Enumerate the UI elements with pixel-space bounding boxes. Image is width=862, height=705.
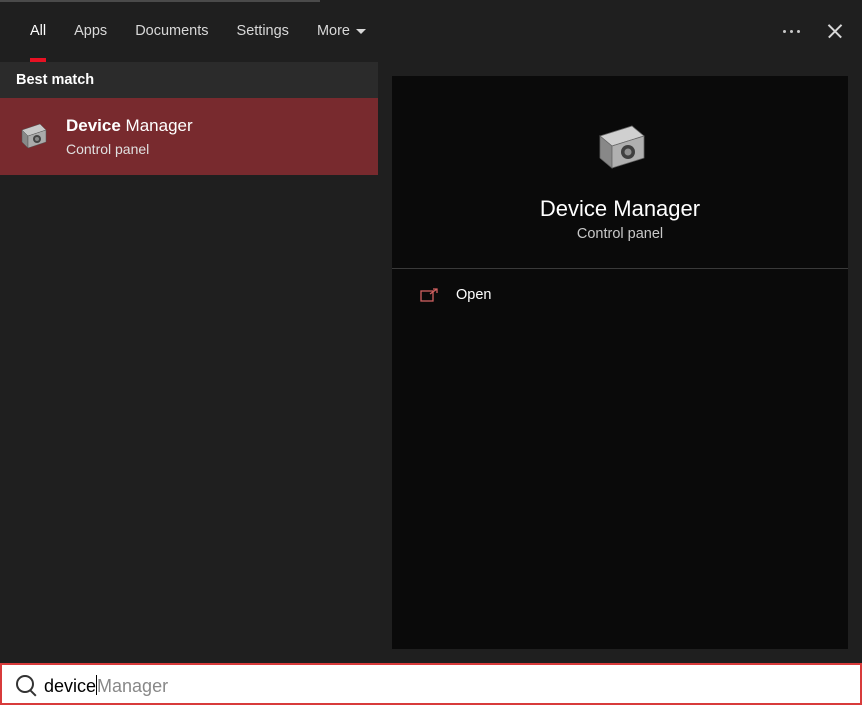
- search-typed-text: device: [44, 676, 96, 697]
- device-manager-icon: [16, 120, 50, 154]
- result-title: Device Manager: [66, 114, 193, 138]
- tab-more-label: More: [317, 23, 350, 39]
- tab-more[interactable]: More: [303, 0, 380, 62]
- close-button[interactable]: [826, 22, 844, 40]
- result-text: Device Manager Control panel: [66, 114, 193, 159]
- preview-title: Device Manager: [540, 196, 700, 222]
- device-manager-large-icon: [590, 122, 650, 176]
- top-bar: All Apps Documents Settings More: [0, 0, 862, 62]
- action-open-label: Open: [456, 287, 491, 303]
- result-title-match: Device: [66, 116, 121, 135]
- search-suggestion-text: Manager: [97, 676, 168, 697]
- results-panel: Best match Device Manager Control panel: [0, 62, 378, 663]
- result-item-device-manager[interactable]: Device Manager Control panel: [0, 98, 378, 175]
- open-icon: [420, 288, 438, 302]
- top-right-controls: [783, 22, 862, 40]
- preview-card: Device Manager Control panel Open: [392, 76, 848, 649]
- tab-documents[interactable]: Documents: [121, 0, 222, 62]
- search-bar[interactable]: device Manager: [0, 663, 862, 705]
- tab-all[interactable]: All: [16, 0, 60, 62]
- section-header-best-match: Best match: [0, 62, 378, 98]
- tab-apps[interactable]: Apps: [60, 0, 121, 62]
- preview-subtitle: Control panel: [577, 226, 663, 242]
- more-options-button[interactable]: [783, 30, 800, 33]
- result-title-rest: Manager: [121, 116, 193, 135]
- chevron-down-icon: [356, 29, 366, 34]
- search-input[interactable]: device Manager: [44, 672, 846, 697]
- search-icon: [16, 675, 34, 693]
- filter-tabs: All Apps Documents Settings More: [0, 0, 380, 62]
- tab-settings[interactable]: Settings: [223, 0, 303, 62]
- result-subtitle: Control panel: [66, 140, 193, 160]
- main-content: Best match Device Manager Control panel: [0, 62, 862, 663]
- text-cursor: [96, 675, 97, 695]
- action-open[interactable]: Open: [392, 269, 848, 321]
- preview-panel: Device Manager Control panel Open: [378, 62, 862, 663]
- preview-header: Device Manager Control panel: [392, 76, 848, 268]
